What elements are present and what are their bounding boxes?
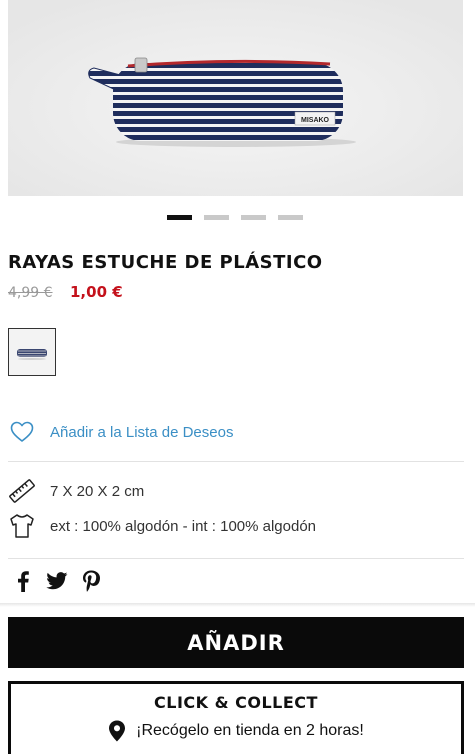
facebook-icon — [18, 571, 29, 592]
product-thumbnail[interactable] — [8, 328, 56, 376]
spec-material: ext : 100% algodón - int : 100% algodón — [8, 512, 316, 540]
wishlist-link[interactable]: Añadir a la Lista de Deseos — [10, 421, 233, 443]
product-image[interactable]: MISAKO — [8, 0, 463, 196]
divider — [8, 558, 464, 559]
ruler-icon — [9, 479, 35, 503]
thumbnail-image — [9, 329, 55, 375]
click-collect-box[interactable]: CLICK & COLLECT ¡Recógelo en tienda en 2… — [8, 681, 464, 754]
price-sale: 1,00 € — [70, 283, 123, 301]
pinterest-share-button[interactable] — [80, 570, 102, 592]
twitter-icon — [46, 572, 68, 590]
tshirt-icon — [10, 514, 34, 538]
click-collect-info: ¡Recógelo en tienda en 2 horas! — [11, 720, 461, 742]
carousel-indicators — [0, 213, 475, 223]
brand-tag: MISAKO — [301, 117, 330, 124]
carousel-dot-4[interactable] — [278, 215, 303, 220]
spec-dimensions: 7 X 20 X 2 cm — [8, 477, 144, 505]
add-to-cart-button[interactable]: AÑADIR — [8, 617, 464, 668]
twitter-share-button[interactable] — [46, 570, 68, 592]
divider — [8, 461, 464, 462]
click-collect-text: ¡Recógelo en tienda en 2 horas! — [136, 722, 364, 739]
click-collect-title: CLICK & COLLECT — [154, 693, 318, 712]
location-pin-icon — [109, 720, 126, 742]
spec-material-text: ext : 100% algodón - int : 100% algodón — [50, 517, 317, 535]
heart-icon — [10, 421, 34, 442]
carousel-dot-2[interactable] — [204, 215, 229, 220]
social-share — [12, 570, 102, 592]
pencil-case-illustration: MISAKO — [8, 0, 463, 196]
wishlist-label[interactable]: Añadir a la Lista de Deseos — [50, 424, 233, 441]
spec-dimensions-text: 7 X 20 X 2 cm — [50, 482, 145, 500]
pinterest-icon — [83, 570, 100, 592]
facebook-share-button[interactable] — [12, 570, 34, 592]
sticky-bar-shadow — [0, 603, 475, 607]
product-title: RAYAS ESTUCHE DE PLÁSTICO — [8, 252, 323, 273]
carousel-dot-1[interactable] — [167, 215, 192, 220]
price-original: 4,99 € — [8, 285, 53, 301]
carousel-dot-3[interactable] — [241, 215, 266, 220]
